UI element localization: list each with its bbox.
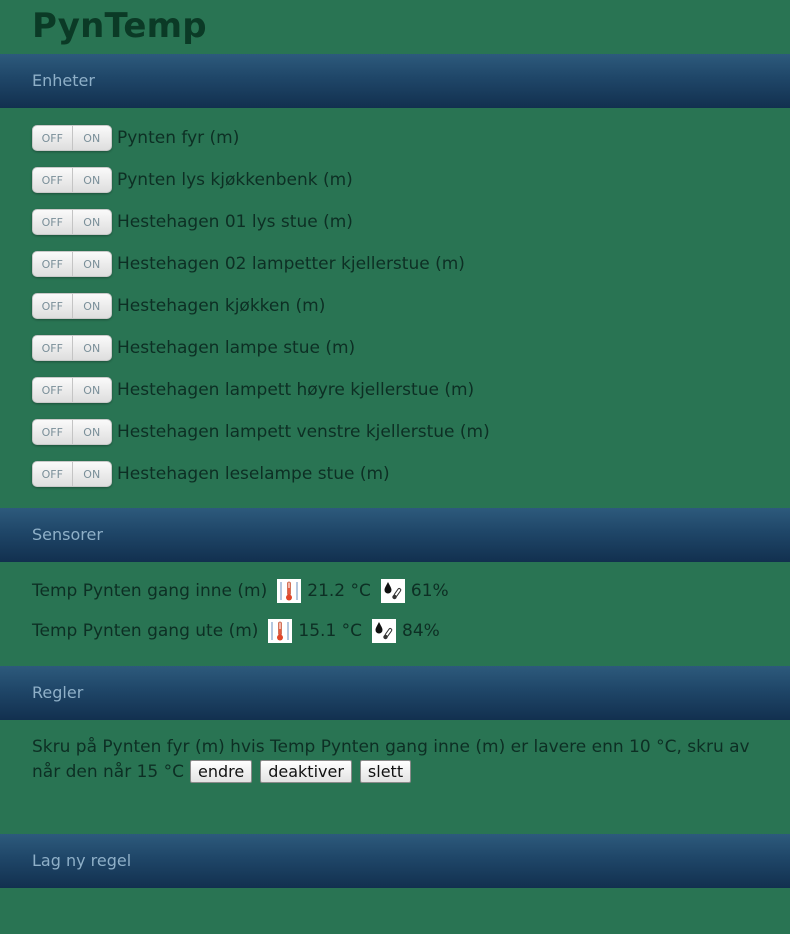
device-toggle[interactable]: OFF ON [32,251,112,277]
toggle-off[interactable]: OFF [33,378,73,402]
device-name: Hestehagen leselampe stue (m) [117,464,390,484]
humidity-icon [372,619,397,643]
toggle-on[interactable]: ON [73,294,112,318]
toggle-on[interactable]: ON [73,336,112,360]
device-row: OFF ON Hestehagen 02 lampetter kjellerst… [32,250,490,292]
toggle-off[interactable]: OFF [33,210,73,234]
device-toggle[interactable]: OFF ON [32,377,112,403]
toggle-off[interactable]: OFF [33,336,73,360]
edit-rule-button[interactable]: endre [190,760,253,783]
device-list: OFF ON Pynten fyr (m) OFF ON Pynten lys … [32,124,490,502]
toggle-off[interactable]: OFF [33,168,73,192]
device-name: Pynten lys kjøkkenbenk (m) [117,170,353,190]
sensor-row: Temp Pynten gang ute (m) 15.1 °C 84% [32,619,440,643]
toggle-on[interactable]: ON [73,462,112,486]
device-row: OFF ON Hestehagen 01 lys stue (m) [32,208,490,250]
app-title: PynTemp [32,6,207,46]
device-row: OFF ON Hestehagen lampett venstre kjelle… [32,418,490,460]
sensor-humidity: 61% [410,581,449,601]
device-toggle[interactable]: OFF ON [32,419,112,445]
device-row: OFF ON Pynten fyr (m) [32,124,490,166]
toggle-off[interactable]: OFF [33,420,73,444]
sensor-temperature: 15.1 °C [298,621,363,641]
device-row: OFF ON Hestehagen leselampe stue (m) [32,460,490,502]
section-header-rules: Regler [0,666,790,720]
toggle-off[interactable]: OFF [33,462,73,486]
device-toggle[interactable]: OFF ON [32,167,112,193]
device-toggle[interactable]: OFF ON [32,335,112,361]
device-toggle[interactable]: OFF ON [32,209,112,235]
sensor-row: Temp Pynten gang inne (m) 21.2 °C 61% [32,579,449,603]
toggle-on[interactable]: ON [73,168,112,192]
device-name: Hestehagen lampe stue (m) [117,338,356,358]
device-row: OFF ON Hestehagen lampe stue (m) [32,334,490,376]
device-toggle[interactable]: OFF ON [32,461,112,487]
toggle-off[interactable]: OFF [33,294,73,318]
delete-rule-button[interactable]: slett [359,760,412,783]
rule-item: Skru på Pynten fyr (m) hvis Temp Pynten … [32,735,752,785]
device-name: Hestehagen lampett høyre kjellerstue (m) [117,380,475,400]
toggle-off[interactable]: OFF [33,252,73,276]
toggle-on[interactable]: ON [73,252,112,276]
device-row: OFF ON Hestehagen kjøkken (m) [32,292,490,334]
sensor-name: Temp Pynten gang ute (m) [32,621,259,641]
section-header-new-rule[interactable]: Lag ny regel [0,834,790,888]
thermometer-icon [268,619,293,643]
toggle-on[interactable]: ON [73,420,112,444]
device-name: Pynten fyr (m) [117,128,240,148]
device-row: OFF ON Hestehagen lampett høyre kjellers… [32,376,490,418]
toggle-on[interactable]: ON [73,126,112,150]
sensor-humidity: 84% [402,621,440,641]
sensor-temperature: 21.2 °C [307,581,371,601]
device-toggle[interactable]: OFF ON [32,125,112,151]
device-name: Hestehagen 02 lampetter kjellerstue (m) [117,254,465,274]
section-header-devices: Enheter [0,54,790,108]
device-row: OFF ON Pynten lys kjøkkenbenk (m) [32,166,490,208]
section-header-sensors: Sensorer [0,508,790,562]
device-name: Hestehagen kjøkken (m) [117,296,326,316]
thermometer-icon [277,579,302,603]
sensor-name: Temp Pynten gang inne (m) [32,581,268,601]
device-toggle[interactable]: OFF ON [32,293,112,319]
toggle-on[interactable]: ON [73,378,112,402]
humidity-icon [380,579,405,603]
toggle-off[interactable]: OFF [33,126,73,150]
device-name: Hestehagen lampett venstre kjellerstue (… [117,422,490,442]
deactivate-rule-button[interactable]: deaktiver [260,760,352,783]
device-name: Hestehagen 01 lys stue (m) [117,212,353,232]
toggle-on[interactable]: ON [73,210,112,234]
